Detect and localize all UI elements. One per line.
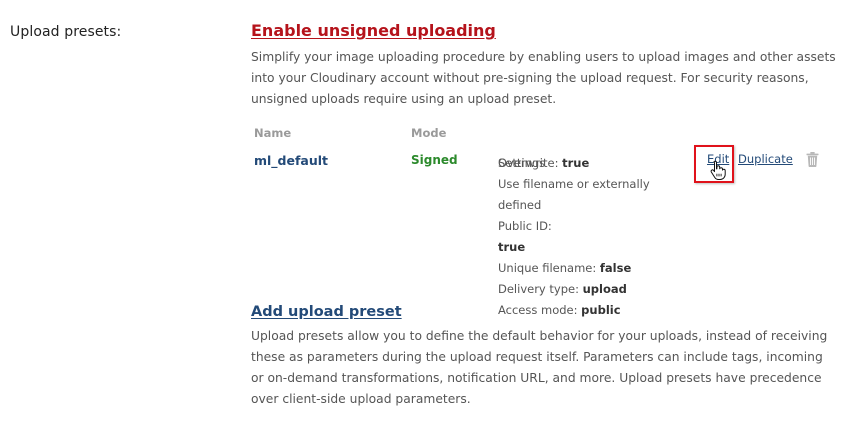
enable-unsigned-description: Simplify your image uploading procedure … — [251, 50, 836, 106]
preset-settings: Overwrite: true Use filename or external… — [498, 153, 693, 321]
setting-filename: Use filename or externally defined — [498, 177, 650, 212]
trash-icon[interactable] — [806, 152, 819, 171]
presets-table: Name Mode Settings ml_default Signed Ove… — [251, 126, 836, 317]
duplicate-preset-link[interactable]: Duplicate — [738, 152, 793, 166]
upload-presets-settings: Upload presets: Enable unsigned uploadin… — [0, 0, 845, 437]
upload-presets-content: Enable unsigned uploading Simplify your … — [251, 20, 836, 410]
setting-unique-filename: Unique filename: false — [498, 261, 632, 275]
setting-delivery-type: Delivery type: upload — [498, 282, 627, 296]
add-upload-preset-link[interactable]: Add upload preset — [251, 304, 402, 320]
column-header-mode: Mode — [411, 126, 447, 140]
preset-name-link[interactable]: ml_default — [254, 153, 328, 168]
setting-overwrite: Overwrite: true — [498, 156, 590, 170]
hand-pointer-cursor-icon — [710, 160, 726, 184]
preset-mode: Signed — [411, 153, 458, 167]
enable-unsigned-uploading-link[interactable]: Enable unsigned uploading — [251, 20, 496, 42]
setting-access-mode: Access mode: public — [498, 303, 621, 317]
setting-filename-value: true — [498, 240, 526, 254]
section-label: Upload presets: — [10, 24, 122, 40]
column-header-name: Name — [254, 126, 292, 140]
add-upload-preset-description: Upload presets allow you to define the d… — [251, 329, 828, 406]
setting-filename-publicid: Public ID: — [498, 219, 552, 233]
